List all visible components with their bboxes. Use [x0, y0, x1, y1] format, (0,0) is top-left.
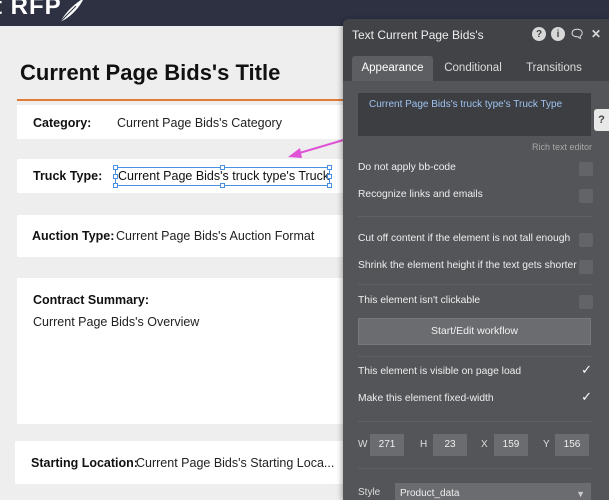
- y-input[interactable]: 156: [555, 434, 589, 456]
- rich-text-input[interactable]: Current Page Bids's truck type's Truck T…: [358, 93, 591, 136]
- option-row[interactable]: Cut off content if the element is not ta…: [358, 231, 593, 249]
- panel-tabs: Appearance Conditional Transitions: [343, 51, 609, 81]
- option-row[interactable]: Do not apply bb-code: [358, 160, 593, 178]
- links-checkbox[interactable]: [579, 189, 593, 203]
- height-label: H: [420, 439, 428, 450]
- option-row[interactable]: Shrink the element height if the text ge…: [358, 258, 593, 276]
- style-label: Style: [358, 487, 381, 498]
- width-input[interactable]: 271: [370, 434, 404, 456]
- info-icon[interactable]: i: [551, 27, 565, 41]
- tab-conditional[interactable]: Conditional: [438, 56, 508, 81]
- close-icon[interactable]: ✕: [589, 27, 603, 41]
- x-label: X: [481, 439, 488, 450]
- option-label: Recognize links and emails: [358, 189, 483, 200]
- auction-type-value[interactable]: Current Page Bids's Auction Format: [116, 229, 314, 243]
- resize-handle[interactable]: [327, 165, 332, 170]
- comment-icon[interactable]: 🗨: [569, 27, 584, 41]
- style-select[interactable]: Product_data ▼: [395, 483, 591, 500]
- option-label: This element is visible on page load: [358, 366, 522, 377]
- resize-handle[interactable]: [327, 183, 332, 188]
- width-label: W: [358, 439, 368, 450]
- rich-text-caption[interactable]: Rich text editor: [532, 142, 592, 152]
- divider: [358, 284, 593, 285]
- page-title[interactable]: Current Page Bids's Title: [20, 60, 280, 86]
- divider: [358, 216, 593, 217]
- bb-code-checkbox[interactable]: [579, 162, 593, 176]
- property-editor-panel: Text Current Page Bids's ? i 🗨 ✕ Appeara…: [343, 19, 609, 500]
- divider: [358, 356, 593, 357]
- divider: [358, 421, 593, 422]
- panel-header[interactable]: Text Current Page Bids's ? i 🗨 ✕: [343, 19, 609, 51]
- start-edit-workflow-button[interactable]: Start/Edit workflow: [358, 318, 591, 345]
- check-icon[interactable]: ✓: [581, 362, 592, 378]
- resize-handle[interactable]: [327, 174, 332, 179]
- option-label: This element isn't clickable: [358, 295, 481, 306]
- option-row[interactable]: This element is visible on page load ✓: [358, 362, 593, 382]
- contract-summary-label: Contract Summary:: [33, 293, 149, 307]
- contract-summary-value[interactable]: Current Page Bids's Overview: [33, 315, 199, 329]
- style-value: Product_data: [400, 488, 460, 499]
- option-label: Make this element fixed-width: [358, 393, 494, 404]
- chevron-down-icon: ▼: [576, 489, 585, 499]
- app-logo[interactable]: t RFP: [0, 0, 62, 21]
- resize-handle[interactable]: [113, 174, 118, 179]
- help-icon[interactable]: ?: [532, 27, 546, 41]
- panel-title: Text Current Page Bids's: [352, 28, 484, 42]
- check-icon[interactable]: ✓: [581, 389, 592, 405]
- option-row[interactable]: This element isn't clickable: [358, 293, 593, 311]
- option-label: Do not apply bb-code: [358, 162, 456, 173]
- divider: [358, 468, 593, 469]
- style-row: Style Product_data ▼: [358, 483, 593, 500]
- shrink-checkbox[interactable]: [579, 260, 593, 274]
- resize-handle[interactable]: [220, 183, 225, 188]
- option-row[interactable]: Make this element fixed-width ✓: [358, 389, 593, 409]
- resize-handle[interactable]: [113, 165, 118, 170]
- starting-location-value[interactable]: Current Page Bids's Starting Loca...: [136, 456, 334, 470]
- y-label: Y: [543, 439, 550, 450]
- starting-location-card[interactable]: Starting Location: Current Page Bids's S…: [15, 441, 345, 484]
- title-divider: [17, 99, 347, 101]
- tab-transitions[interactable]: Transitions: [519, 56, 589, 81]
- category-label: Category:: [33, 116, 92, 130]
- auction-type-label: Auction Type:: [32, 229, 115, 243]
- contract-summary-card[interactable]: Contract Summary: Current Page Bids's Ov…: [17, 278, 347, 424]
- starting-location-label: Starting Location:: [31, 456, 138, 470]
- option-label: Shrink the element height if the text ge…: [358, 260, 577, 271]
- category-value[interactable]: Current Page Bids's Category: [117, 116, 282, 130]
- truck-type-label: Truck Type:: [33, 169, 103, 183]
- tab-appearance[interactable]: Appearance: [352, 56, 433, 81]
- option-row[interactable]: Recognize links and emails: [358, 187, 593, 205]
- x-input[interactable]: 159: [494, 434, 528, 456]
- not-clickable-checkbox[interactable]: [579, 295, 593, 309]
- option-label: Cut off content if the element is not ta…: [358, 233, 571, 244]
- help-side-tab[interactable]: ?: [594, 109, 609, 131]
- dimensions-row: W 271 H 23 X 159 Y 156: [358, 433, 598, 457]
- feather-logo-icon: [59, 0, 83, 23]
- resize-handle[interactable]: [220, 165, 225, 170]
- resize-handle[interactable]: [113, 183, 118, 188]
- cut-off-checkbox[interactable]: [579, 233, 593, 247]
- height-input[interactable]: 23: [433, 434, 467, 456]
- auction-type-card[interactable]: Auction Type: Current Page Bids's Auctio…: [17, 215, 347, 257]
